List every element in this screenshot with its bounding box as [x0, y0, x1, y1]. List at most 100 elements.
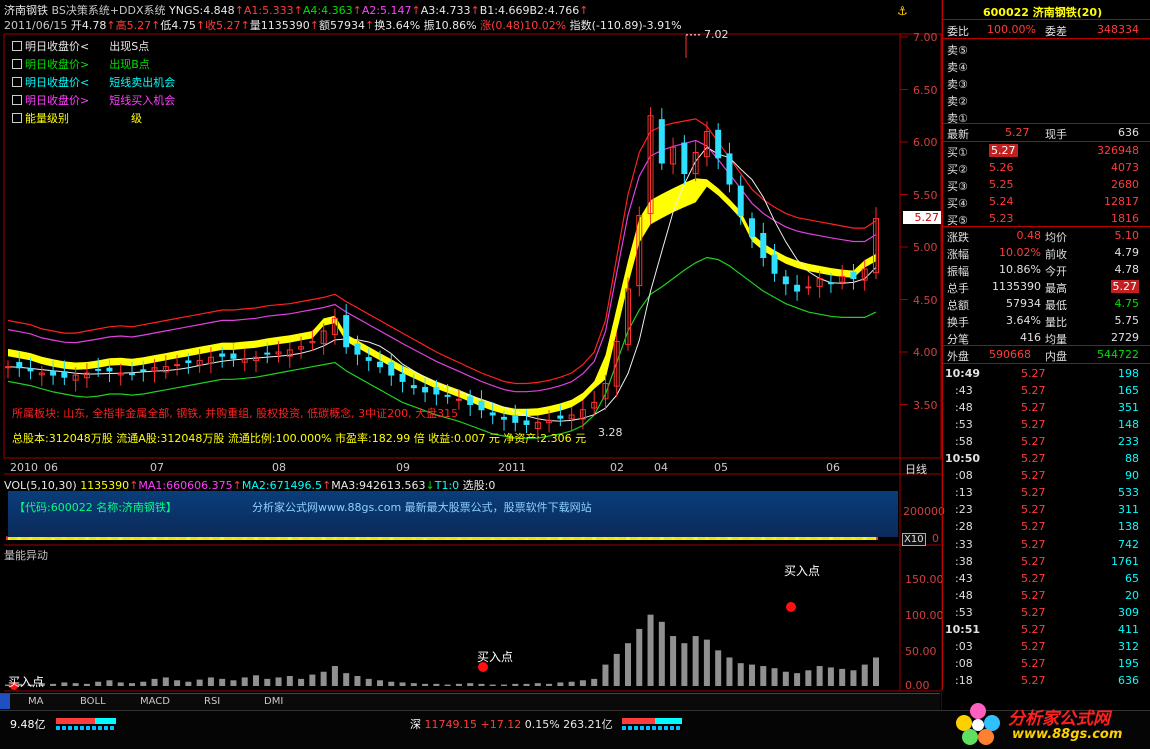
tab-boll[interactable]: BOLL — [80, 696, 106, 707]
tick-volume: 742 — [1118, 537, 1139, 551]
buy-level-label: 买① — [947, 146, 968, 159]
buy-point-label: 买入点 — [784, 564, 821, 578]
tick-row[interactable]: :13 5.27 533 — [943, 484, 1150, 501]
buy-level-row[interactable]: 买② 5.26 4073 — [943, 159, 1150, 176]
tick-row[interactable]: :43 5.27 65 — [943, 570, 1150, 587]
tab-dmi[interactable]: DMI — [264, 696, 283, 707]
tick-row[interactable]: :18 5.27 636 — [943, 672, 1150, 689]
stat-row[interactable]: 总额 57934 最低 4.75 — [943, 295, 1150, 312]
tick-row[interactable]: :28 5.27 138 — [943, 518, 1150, 535]
energy-bar — [50, 683, 57, 686]
stat-label: 涨跌 — [947, 231, 969, 244]
tick-time: :53 — [955, 605, 973, 619]
sell-level-row[interactable]: 卖② — [943, 91, 1150, 108]
candle-body — [129, 373, 135, 376]
tick-price: 5.27 — [1021, 673, 1046, 687]
tick-row[interactable]: 10:51 5.27 411 — [943, 621, 1150, 638]
tick-row[interactable]: :48 5.27 20 — [943, 587, 1150, 604]
candle-body — [715, 129, 722, 159]
buy-level-row[interactable]: 买① 5.27 326948 — [943, 142, 1150, 159]
stat-value: 5.27 — [1110, 280, 1139, 293]
weibi-row: 委比 100.00% 委差 348334 — [943, 21, 1150, 38]
tick-time: :28 — [955, 520, 973, 534]
tick-row[interactable]: :53 5.27 148 — [943, 416, 1150, 433]
energy-bar — [162, 677, 169, 686]
tick-row[interactable]: :58 5.27 233 — [943, 433, 1150, 450]
tick-time: :53 — [955, 418, 973, 432]
tick-row[interactable]: :23 5.27 311 — [943, 501, 1150, 518]
stat-label: 换手 — [947, 316, 969, 329]
time-axis-tick: 07 — [150, 461, 164, 474]
anchor-icon[interactable]: ⚓ — [897, 4, 908, 18]
sell-level-row[interactable]: 卖③ — [943, 74, 1150, 91]
brand-url: www.88gs.com — [1012, 727, 1123, 742]
tick-row[interactable]: :43 5.27 165 — [943, 382, 1150, 399]
stat-row[interactable]: 涨幅 10.02% 前收 4.79 — [943, 244, 1150, 261]
tick-time: :18 — [955, 673, 973, 687]
tab-scroll-left[interactable] — [0, 694, 10, 709]
candle-body — [399, 373, 406, 382]
tick-row[interactable]: 10:50 5.27 88 — [943, 450, 1150, 467]
sell-level-row[interactable]: 卖④ — [943, 57, 1150, 74]
index-strength-bar — [622, 718, 682, 724]
tick-row[interactable]: :08 5.27 195 — [943, 655, 1150, 672]
energy-bar — [647, 614, 654, 686]
stat-row[interactable]: 振幅 10.86% 今开 4.78 — [943, 261, 1150, 278]
candle-body — [354, 343, 361, 355]
brand-name: 分析家公式网 — [1008, 709, 1110, 729]
stat-value: 57934 — [1006, 297, 1041, 310]
energy-bar — [185, 681, 192, 686]
energy-axis-50: 50.00 — [905, 645, 937, 658]
stock-code-title[interactable]: 600022 济南钢铁(20) — [983, 4, 1102, 20]
legend-checkbox[interactable] — [12, 95, 22, 105]
tick-price: 5.27 — [1021, 520, 1046, 534]
buy-level-row[interactable]: 买⑤ 5.23 1816 — [943, 210, 1150, 227]
period-label[interactable]: 日线 — [905, 461, 927, 477]
legend-tag: 出现S点 — [109, 40, 150, 53]
tick-row[interactable]: :53 5.27 309 — [943, 604, 1150, 621]
buy-level-row[interactable]: 买③ 5.25 2680 — [943, 176, 1150, 193]
stat-value: 5.10 — [1114, 229, 1140, 242]
legend-checkbox[interactable] — [12, 113, 22, 123]
legend-checkbox[interactable] — [12, 59, 22, 69]
stat-row[interactable]: 涨跌 0.48 均价 5.10 — [943, 227, 1150, 244]
tick-row[interactable]: :48 5.27 351 — [943, 399, 1150, 416]
indicator-tabs: MA BOLL MACD RSI DMI — [0, 693, 940, 710]
tab-macd[interactable]: MACD — [140, 696, 170, 707]
quote-title-row: 600022 济南钢铁(20) — [943, 2, 1150, 19]
stat-row[interactable]: 换手 3.64% 量比 5.75 — [943, 312, 1150, 329]
energy-bar — [613, 653, 620, 686]
stat-row[interactable]: 分笔 416 均量 2729 — [943, 329, 1150, 346]
index-summary[interactable]: 深 11749.15 +17.12 0.15% 263.21亿 — [410, 716, 613, 732]
legend-checkbox[interactable] — [12, 41, 22, 51]
tick-price: 5.27 — [1021, 588, 1046, 602]
energy-bar — [546, 683, 553, 686]
stat-value: 0.48 — [1016, 229, 1042, 242]
tick-row[interactable]: 10:49 5.27 198 — [943, 365, 1150, 382]
tick-row[interactable]: :08 5.27 90 — [943, 467, 1150, 484]
stat-label: 今开 — [1045, 265, 1067, 278]
sell-level-label: 卖⑤ — [947, 44, 968, 57]
tick-row[interactable]: :33 5.27 742 — [943, 536, 1150, 553]
market-strength-ticks — [56, 726, 116, 730]
tick-price: 5.27 — [1021, 503, 1046, 517]
banner-ad[interactable]: 分析家公式网www.88gs.com 最新最大股票公式，股票软件下载网站 — [252, 499, 592, 515]
sell-level-row[interactable]: 卖⑤ — [943, 40, 1150, 57]
stat-row[interactable]: 总手 1135390 最高 5.27 — [943, 278, 1150, 295]
energy-bar — [512, 683, 519, 686]
tick-row[interactable]: :38 5.27 1761 — [943, 553, 1150, 570]
buy-level-volume: 326948 — [1097, 144, 1139, 157]
buy-level-row[interactable]: 买④ 5.24 12817 — [943, 193, 1150, 210]
tab-ma[interactable]: MA — [28, 696, 43, 707]
tick-row[interactable]: :03 5.27 312 — [943, 638, 1150, 655]
time-axis-tick: 2010 — [10, 461, 38, 474]
candle-body — [50, 370, 57, 376]
legend-checkbox[interactable] — [12, 77, 22, 87]
energy-bar — [579, 680, 586, 686]
tick-time: :48 — [955, 588, 973, 602]
legend-label: 明日收盘价< — [25, 40, 90, 53]
legend-tag: 短线买入机会 — [109, 94, 176, 107]
tab-rsi[interactable]: RSI — [204, 696, 220, 707]
tick-price: 5.27 — [1021, 435, 1046, 449]
candle-body — [264, 352, 271, 355]
